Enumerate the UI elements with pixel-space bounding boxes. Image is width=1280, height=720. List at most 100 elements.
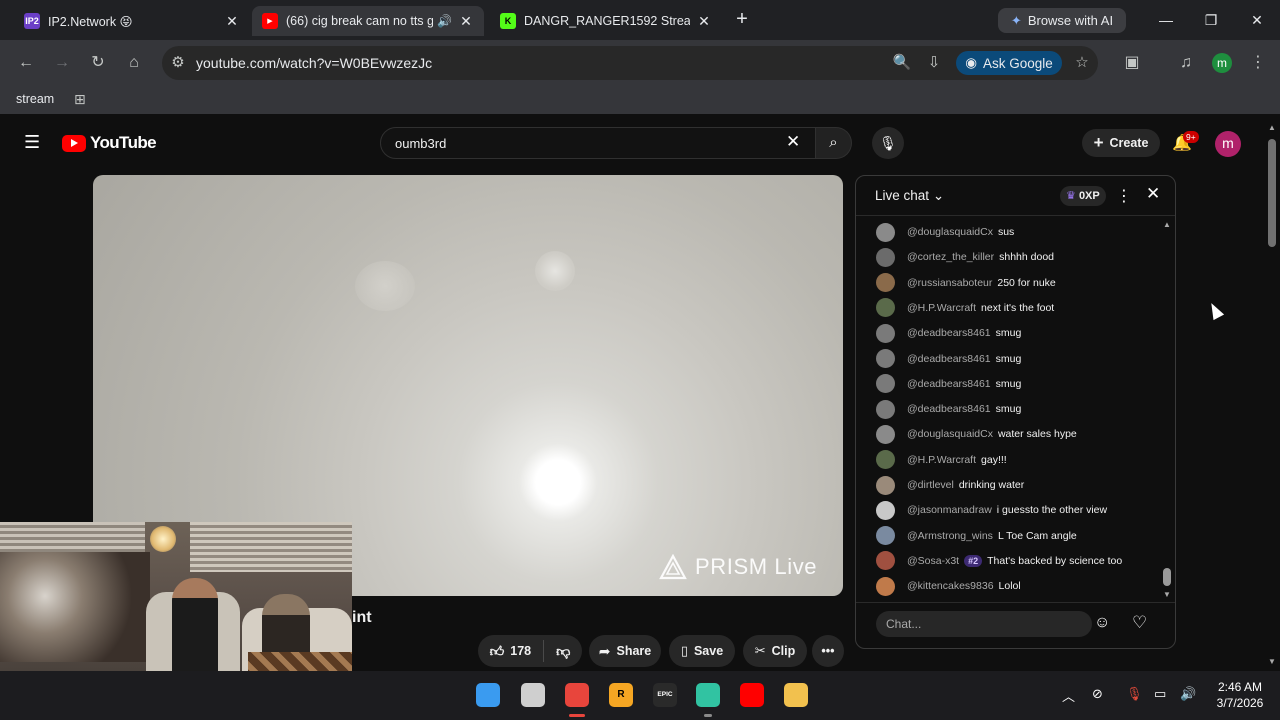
chat-message[interactable]: @deadbears8461 smug: [876, 397, 1021, 421]
more-actions-button[interactable]: •••: [812, 635, 844, 667]
microphone-in-use-icon[interactable]: 🎙: [1126, 686, 1143, 702]
chat-message[interactable]: @deadbears8461 smug: [876, 347, 1021, 371]
chat-author[interactable]: @jasonmanadraw: [907, 504, 992, 516]
chat-message[interactable]: @jasonmanadraw i guessto the other view: [876, 498, 1107, 522]
tab-youtube-stream[interactable]: ▶ (66) cig break cam no tts ge 🔊 ✕: [252, 6, 484, 36]
reload-icon[interactable]: ↻: [86, 52, 110, 74]
minimize-window-button[interactable]: —: [1156, 10, 1176, 30]
page-scrollbar[interactable]: ▲ ▼: [1266, 121, 1278, 671]
site-info-icon[interactable]: ⚙: [168, 53, 188, 73]
apps-grid-icon[interactable]: ⊞: [74, 91, 86, 108]
chat-author[interactable]: @douglasquaidCx: [907, 226, 993, 238]
speaker-icon[interactable]: 🔊: [437, 14, 452, 28]
taskbar-start-icon[interactable]: [476, 683, 500, 707]
voice-search-button[interactable]: 🎙: [872, 127, 904, 159]
close-window-button[interactable]: ✕: [1247, 10, 1267, 30]
browse-with-ai-button[interactable]: ✦ Browse with AI: [998, 8, 1126, 33]
media-controls-icon[interactable]: ♫: [1174, 52, 1198, 74]
chat-more-options-icon[interactable]: ⋮: [1116, 186, 1132, 206]
scroll-down-arrow-icon[interactable]: ▼: [1268, 657, 1276, 666]
chat-avatar[interactable]: [876, 551, 895, 571]
forward-arrow-icon[interactable]: →: [50, 52, 74, 74]
volume-icon[interactable]: 🔊: [1180, 686, 1196, 702]
taskbar-chrome-icon[interactable]: [565, 683, 589, 707]
like-button[interactable]: 👍︎ 178: [490, 643, 532, 660]
taskbar-streamlabs-icon[interactable]: [696, 683, 720, 707]
search-input[interactable]: oumb3rd: [380, 127, 816, 159]
tab-kick-stream[interactable]: K DANGR_RANGER1592 Stream - ✕: [490, 6, 722, 36]
taskbar-rockstar-icon[interactable]: R: [609, 683, 633, 707]
restore-window-button[interactable]: ❐: [1201, 10, 1221, 30]
chat-avatar[interactable]: [876, 323, 895, 343]
chat-avatar[interactable]: [876, 424, 895, 444]
chat-author[interactable]: @dirtlevel: [907, 479, 954, 491]
tab-close-icon[interactable]: ✕: [224, 13, 240, 30]
dislike-button[interactable]: 👎︎: [556, 643, 570, 660]
taskbar-task-view-icon[interactable]: [521, 683, 545, 707]
close-chat-icon[interactable]: ✕: [1146, 184, 1160, 204]
back-arrow-icon[interactable]: ←: [14, 52, 38, 74]
zoom-icon[interactable]: 🔍: [892, 53, 912, 73]
chat-author[interactable]: @deadbears8461: [907, 327, 991, 339]
chat-avatar[interactable]: [876, 475, 895, 495]
taskbar-file-explorer-icon[interactable]: [784, 683, 808, 707]
chat-scrollbar[interactable]: ▲ ▼: [1162, 220, 1172, 600]
tab-ip2-network[interactable]: IP2 IP2.Network 😝 ✕: [14, 6, 250, 36]
taskbar-epic-games-icon[interactable]: EPIC: [653, 683, 677, 707]
emoji-icon[interactable]: ☺: [1094, 614, 1110, 632]
live-chat-mode-dropdown[interactable]: Live chat ⌄: [875, 188, 944, 204]
chat-message[interactable]: @kittencakes9836 Lolol: [876, 574, 1021, 598]
scroll-up-arrow-icon[interactable]: ▲: [1163, 220, 1171, 229]
chat-author[interactable]: @deadbears8461: [907, 353, 991, 365]
scrollbar-thumb[interactable]: [1163, 568, 1171, 586]
youtube-logo[interactable]: YouTube: [62, 133, 157, 153]
chat-author[interactable]: @douglasquaidCx: [907, 428, 993, 440]
chat-avatar[interactable]: [876, 399, 895, 419]
scroll-down-arrow-icon[interactable]: ▼: [1163, 590, 1171, 599]
install-app-icon[interactable]: ⇩: [924, 53, 944, 73]
chat-message[interactable]: @H.P.Warcraft gay!!!: [876, 448, 1007, 472]
hamburger-menu-icon[interactable]: ☰: [24, 133, 42, 151]
chat-avatar[interactable]: [876, 273, 895, 293]
chat-avatar[interactable]: [876, 576, 895, 596]
chat-author[interactable]: @cortez_the_killer: [907, 251, 994, 263]
chat-author[interactable]: @deadbears8461: [907, 403, 991, 415]
chat-message[interactable]: @russiansaboteur 250 for nuke: [876, 271, 1056, 295]
ask-google-button[interactable]: ◉ Ask Google: [956, 51, 1062, 75]
chat-avatar[interactable]: [876, 349, 895, 368]
home-icon[interactable]: ⌂: [122, 52, 146, 74]
chat-message[interactable]: @dirtlevel drinking water: [876, 473, 1024, 497]
share-button[interactable]: ➦ Share: [589, 635, 661, 667]
chat-input[interactable]: Chat...: [876, 611, 1092, 637]
scrollbar-thumb[interactable]: [1268, 139, 1276, 247]
chat-message[interactable]: @douglasquaidCx sus: [876, 220, 1014, 244]
chat-message[interactable]: @deadbears8461 smug: [876, 321, 1021, 345]
chat-avatar[interactable]: [876, 374, 895, 394]
bookmark-stream[interactable]: stream: [16, 92, 54, 106]
chat-avatar[interactable]: [876, 450, 895, 470]
chat-author[interactable]: @H.P.Warcraft: [907, 454, 976, 466]
system-clock[interactable]: 2:46 AM 3/7/2026: [1210, 679, 1270, 711]
xp-badge[interactable]: ♛ 0XP: [1060, 186, 1106, 206]
taskbar-youtube-icon[interactable]: [740, 683, 764, 707]
chat-author[interactable]: @Sosa-x3t: [907, 555, 959, 567]
chrome-profile-avatar[interactable]: m: [1212, 53, 1232, 73]
chat-message[interactable]: @deadbears8461 smug: [876, 372, 1021, 396]
show-hidden-icons-chevron-icon[interactable]: ︿: [1062, 686, 1075, 705]
tab-close-icon[interactable]: ✕: [696, 13, 712, 30]
chat-message[interactable]: @Armstrong_wins L Toe Cam angle: [876, 524, 1077, 548]
network-icon[interactable]: ▭: [1154, 686, 1166, 702]
clear-search-icon[interactable]: ✕: [786, 132, 800, 152]
tab-close-icon[interactable]: ✕: [458, 13, 474, 30]
create-button[interactable]: + Create: [1082, 129, 1160, 157]
heart-icon[interactable]: ♡: [1132, 613, 1147, 633]
account-avatar[interactable]: m: [1215, 131, 1241, 157]
url-text[interactable]: youtube.com/watch?v=W0BEvwzezJc: [196, 55, 432, 71]
search-button[interactable]: ⌕: [816, 127, 852, 159]
chat-author[interactable]: @kittencakes9836: [907, 580, 994, 592]
chat-author[interactable]: @russiansaboteur: [907, 277, 992, 289]
clip-button[interactable]: ✂ Clip: [743, 635, 807, 667]
chat-avatar[interactable]: [876, 247, 895, 267]
chat-avatar[interactable]: [876, 526, 895, 546]
chat-message[interactable]: @cortez_the_killer shhhh dood: [876, 245, 1054, 269]
